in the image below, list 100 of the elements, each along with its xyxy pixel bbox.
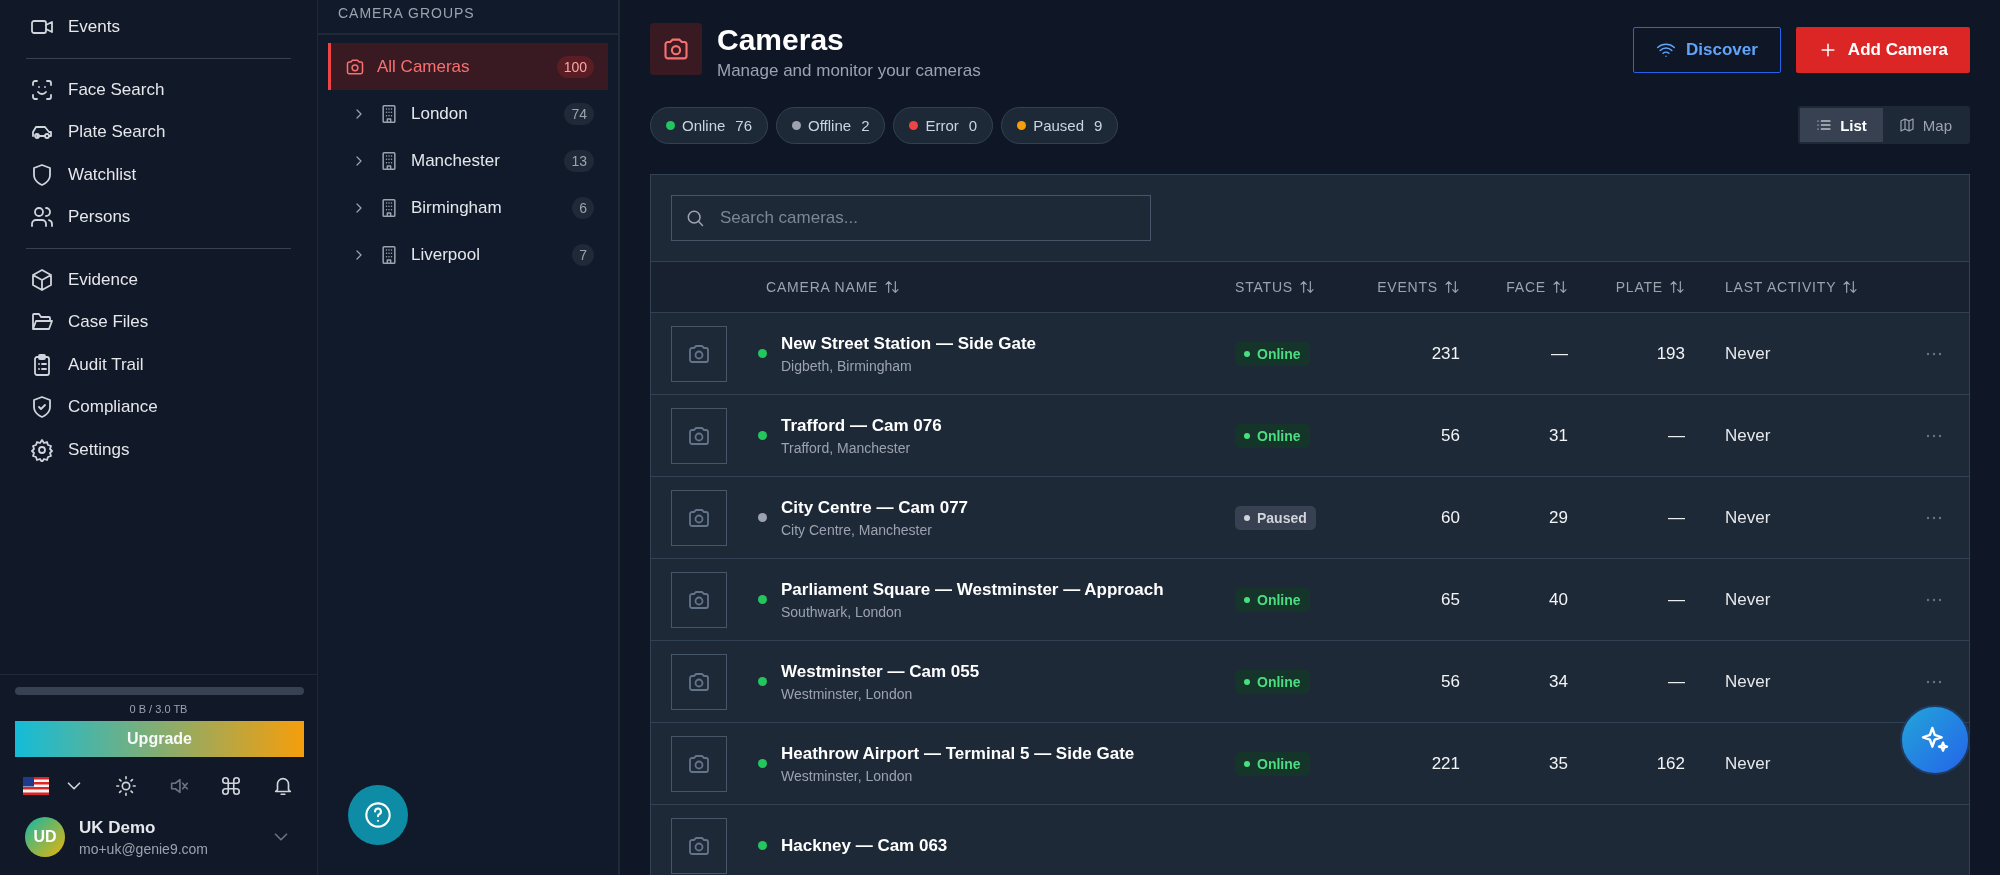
camera-group-item[interactable]: Birmingham 6 — [328, 184, 608, 231]
gear-icon — [30, 437, 54, 462]
more-icon[interactable] — [1925, 350, 1943, 357]
nav-item[interactable]: Case Files — [26, 301, 291, 344]
help-button[interactable] — [348, 785, 408, 845]
discover-button[interactable]: Discover — [1633, 27, 1781, 73]
status-badge: Online — [1235, 587, 1310, 612]
help-icon — [364, 801, 392, 829]
user-name: UK Demo — [79, 817, 157, 838]
sun-icon[interactable] — [115, 775, 138, 797]
user-email: mo+uk@genie9.com — [79, 840, 209, 857]
status-badge: Online — [1235, 423, 1310, 448]
avatar: UD — [25, 817, 65, 857]
count-badge: 7 — [572, 243, 594, 266]
camera-thumbnail — [671, 653, 727, 710]
table-cell: 56 — [1441, 425, 1460, 445]
search-field[interactable]: Search cameras... — [671, 195, 1151, 241]
add-camera-button[interactable]: Add Camera — [1795, 27, 1970, 73]
camera-group-item[interactable]: All Cameras 100 — [328, 43, 608, 90]
shieldcheck-icon — [30, 395, 54, 420]
column-header[interactable]: CAMERA NAME — [766, 279, 901, 295]
status-badge: Online — [1235, 669, 1310, 694]
flag-icon[interactable] — [23, 777, 49, 795]
page-title: Cameras — [717, 23, 845, 57]
column-header[interactable]: PLATE — [1615, 279, 1685, 295]
table-cell: — — [1668, 425, 1685, 445]
sort-icon — [1842, 279, 1859, 295]
camera-location: Trafford, Manchester — [781, 439, 912, 456]
nav-item[interactable]: Face Search — [26, 68, 291, 111]
more-icon[interactable] — [1925, 678, 1943, 685]
nav-item[interactable]: Watchlist — [26, 153, 291, 196]
camera-name[interactable]: Westminster — Cam 055 — [781, 661, 980, 682]
building-icon — [379, 150, 399, 171]
table-cell: — — [1668, 507, 1685, 527]
face-icon — [30, 77, 54, 102]
column-header[interactable]: LAST ACTIVITY — [1725, 279, 1859, 295]
table-cell: Never — [1725, 671, 1771, 691]
count-badge: 6 — [572, 196, 594, 219]
status-filter-chip[interactable]: Paused 9 — [1001, 106, 1119, 144]
command-icon[interactable] — [219, 775, 242, 797]
status-filter-chip[interactable]: Offline 2 — [776, 106, 886, 144]
building-icon — [379, 244, 399, 265]
table-cell: 56 — [1441, 671, 1460, 691]
view-tab[interactable]: Map — [1882, 108, 1968, 142]
status-badge: Paused — [1235, 505, 1316, 530]
table-cell: 60 — [1441, 507, 1460, 527]
table-cell: 35 — [1549, 753, 1568, 773]
status-filter-chip[interactable]: Online 76 — [650, 106, 769, 144]
nav-item[interactable]: Persons — [26, 196, 291, 239]
table-cell: Never — [1725, 343, 1771, 363]
status-badge: Online — [1235, 341, 1310, 366]
nav-item[interactable]: Evidence — [26, 258, 291, 301]
bell-icon[interactable] — [272, 775, 294, 797]
sort-icon — [1552, 279, 1568, 295]
camera-name[interactable]: Parliament Square — Westminster — Approach — [781, 579, 1164, 600]
table-cell: 31 — [1549, 425, 1568, 445]
table-cell: — — [1668, 589, 1685, 609]
count-badge: 13 — [564, 149, 594, 172]
camera-location: City Centre, Manchester — [781, 521, 933, 538]
building-icon — [379, 103, 399, 124]
nav-item[interactable]: Plate Search — [26, 111, 291, 154]
page-subtitle: Manage and monitor your cameras — [717, 61, 981, 81]
camera-thumbnail — [671, 489, 727, 546]
table-cell: 40 — [1549, 589, 1568, 609]
count-badge: 74 — [564, 102, 594, 125]
camera-location: Westminster, London — [781, 685, 914, 702]
shield-icon — [30, 162, 54, 187]
view-tab[interactable]: List — [1800, 108, 1883, 142]
panel-title: CAMERA GROUPS — [318, 0, 618, 35]
column-header[interactable]: FACE — [1506, 279, 1568, 295]
more-icon[interactable] — [1925, 514, 1943, 521]
camera-thumbnail — [671, 325, 727, 382]
camera-name[interactable]: New Street Station — Side Gate — [781, 333, 1037, 354]
table-cell: Never — [1725, 753, 1771, 773]
sort-icon — [1444, 279, 1460, 295]
status-filter-chip[interactable]: Error 0 — [893, 106, 994, 144]
more-icon[interactable] — [1925, 596, 1943, 603]
more-icon[interactable] — [1925, 432, 1943, 439]
camera-name[interactable]: City Centre — Cam 077 — [781, 497, 969, 518]
camera-group-item[interactable]: Manchester 13 — [328, 137, 608, 184]
camera-thumbnail — [671, 407, 727, 464]
table-cell: — — [1551, 343, 1568, 363]
camera-thumbnail — [671, 571, 727, 628]
camera-name[interactable]: Hackney — Cam 063 — [781, 835, 948, 856]
column-header[interactable]: STATUS — [1235, 279, 1315, 295]
nav-item[interactable]: Settings — [26, 428, 291, 471]
nav-item[interactable]: Audit Trail — [26, 343, 291, 386]
table-cell: 162 — [1656, 753, 1685, 773]
storage-usage-text: 0 B / 3.0 TB — [128, 703, 189, 715]
nav-item[interactable]: Events — [26, 6, 291, 49]
users-icon — [30, 205, 54, 230]
camera-name[interactable]: Heathrow Airport — Terminal 5 — Side Gate — [781, 743, 1135, 764]
camera-location: Digbeth, Birmingham — [781, 357, 913, 374]
sort-icon — [1298, 279, 1315, 295]
camera-group-item[interactable]: London 74 — [328, 90, 608, 137]
camera-name[interactable]: Trafford — Cam 076 — [781, 415, 942, 436]
nav-item[interactable]: Compliance — [26, 386, 291, 429]
camera-group-item[interactable]: Liverpool 7 — [328, 231, 608, 278]
table-cell: Never — [1725, 507, 1771, 527]
column-header[interactable]: EVENTS — [1377, 279, 1460, 295]
